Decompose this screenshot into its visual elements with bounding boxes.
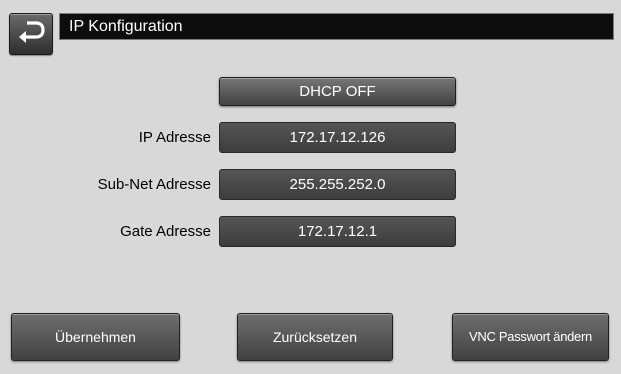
gateway-address-label: Gate Adresse <box>120 223 211 240</box>
subnet-address-label: Sub-Net Adresse <box>97 176 211 193</box>
back-button[interactable] <box>9 13 53 55</box>
return-arrow-icon <box>16 20 46 49</box>
subnet-address-field[interactable]: 255.255.252.0 <box>219 169 456 200</box>
ip-address-label: IP Adresse <box>138 129 211 146</box>
reset-button[interactable]: Zurücksetzen <box>237 313 393 361</box>
page-title: IP Konfiguration <box>59 13 614 40</box>
vnc-password-button[interactable]: VNC Passwort ändern <box>452 313 609 361</box>
gateway-address-field[interactable]: 172.17.12.1 <box>219 216 456 247</box>
apply-button[interactable]: Übernehmen <box>11 313 180 361</box>
dhcp-toggle-button[interactable]: DHCP OFF <box>219 77 456 106</box>
ip-address-field[interactable]: 172.17.12.126 <box>219 122 456 153</box>
